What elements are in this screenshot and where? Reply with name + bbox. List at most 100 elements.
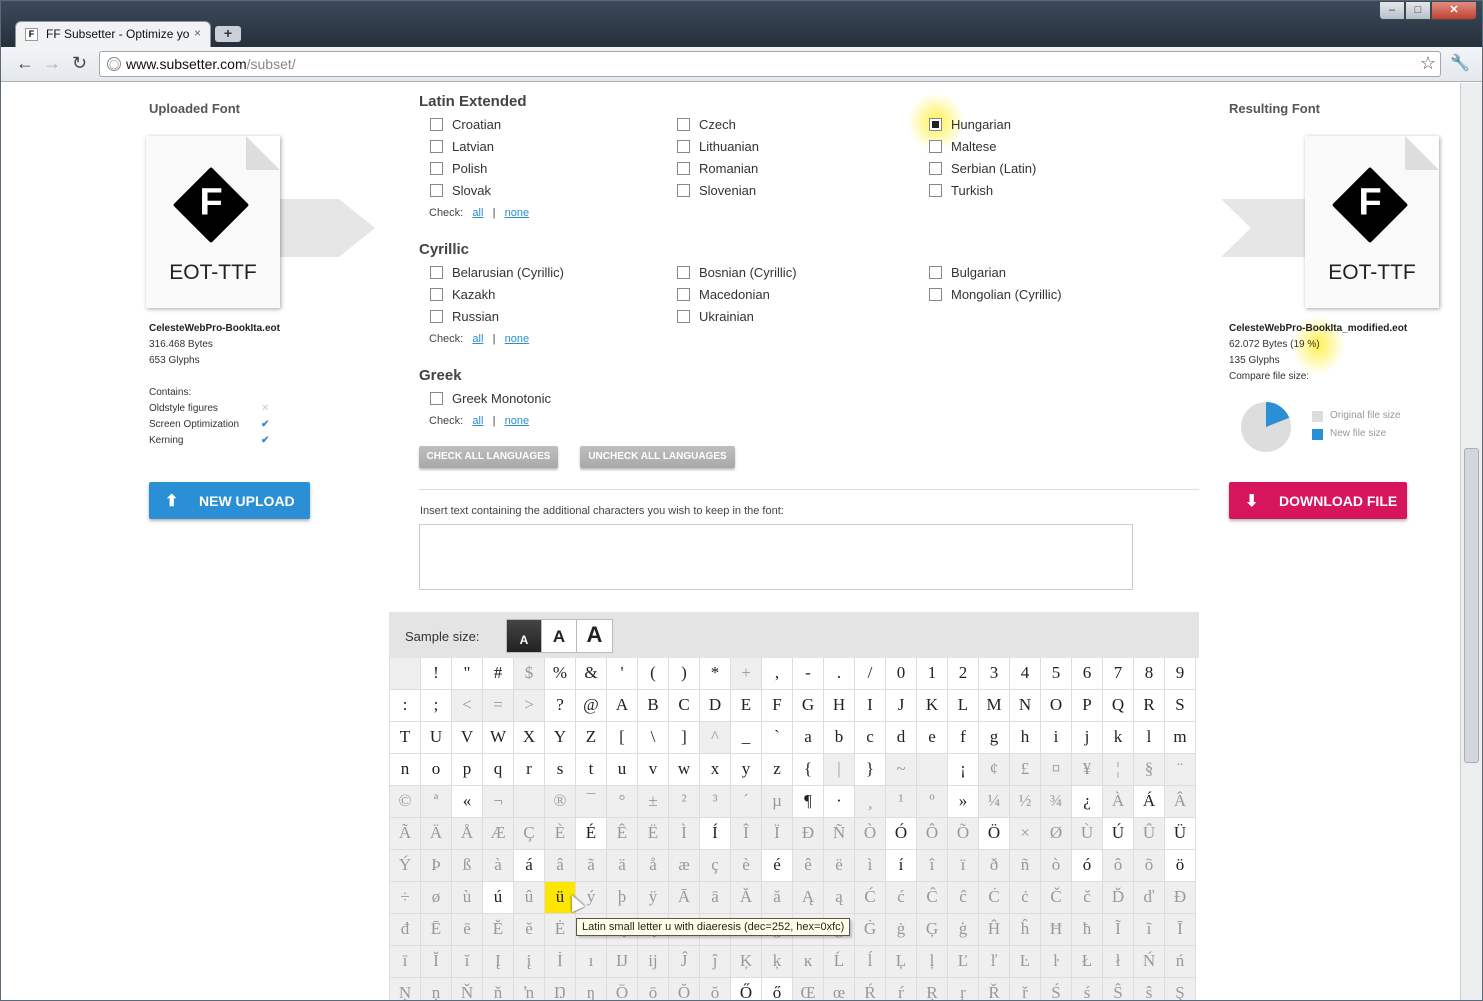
glyph-cell[interactable]: Ø bbox=[1041, 818, 1072, 850]
glyph-cell[interactable]: ³ bbox=[700, 786, 731, 818]
language-checkbox[interactable] bbox=[677, 140, 690, 153]
glyph-cell[interactable]: ā bbox=[700, 882, 731, 914]
language-checkbox[interactable] bbox=[929, 184, 942, 197]
glyph-cell[interactable]: ' bbox=[607, 658, 638, 690]
glyph-cell[interactable]: ø bbox=[421, 882, 452, 914]
glyph-cell[interactable]: q bbox=[483, 754, 514, 786]
glyph-cell[interactable]: È bbox=[545, 818, 576, 850]
glyph-cell[interactable]: © bbox=[390, 786, 421, 818]
glyph-cell[interactable]: L bbox=[948, 690, 979, 722]
glyph-cell[interactable]: ē bbox=[452, 914, 483, 946]
glyph-cell[interactable]: Ą bbox=[793, 882, 824, 914]
glyph-cell[interactable]: ō bbox=[638, 978, 669, 1000]
glyph-cell[interactable]: Ñ bbox=[824, 818, 855, 850]
glyph-cell[interactable]: @ bbox=[576, 690, 607, 722]
glyph-cell[interactable]: Ŋ bbox=[545, 978, 576, 1000]
glyph-cell[interactable]: º bbox=[917, 786, 948, 818]
language-checkbox[interactable] bbox=[677, 310, 690, 323]
glyph-cell[interactable]: ġ bbox=[886, 914, 917, 946]
language-checkbox[interactable] bbox=[929, 288, 942, 301]
glyph-cell[interactable]: ô bbox=[1103, 850, 1134, 882]
glyph-cell[interactable]: ê bbox=[793, 850, 824, 882]
glyph-cell[interactable]: F bbox=[762, 690, 793, 722]
glyph-cell[interactable]: $ bbox=[514, 658, 545, 690]
glyph-cell[interactable]: . bbox=[824, 658, 855, 690]
glyph-cell[interactable]: Ĵ bbox=[669, 946, 700, 978]
glyph-cell[interactable]: # bbox=[483, 658, 514, 690]
glyph-cell[interactable]: 6 bbox=[1072, 658, 1103, 690]
glyph-cell[interactable]: r bbox=[514, 754, 545, 786]
glyph-cell[interactable]: ŀ bbox=[1041, 946, 1072, 978]
glyph-cell[interactable]: ] bbox=[669, 722, 700, 754]
browser-tab[interactable]: F FF Subsetter - Optimize yo × bbox=[15, 21, 211, 47]
glyph-cell[interactable]: ½ bbox=[1010, 786, 1041, 818]
glyph-cell[interactable]: Ř bbox=[979, 978, 1010, 1000]
glyph-cell[interactable]: ł bbox=[1103, 946, 1134, 978]
glyph-cell[interactable]: Ā bbox=[669, 882, 700, 914]
glyph-cell[interactable]: _ bbox=[731, 722, 762, 754]
glyph-cell[interactable]: 7 bbox=[1103, 658, 1134, 690]
glyph-cell[interactable]: m bbox=[1165, 722, 1196, 754]
glyph-cell[interactable]: Ĕ bbox=[483, 914, 514, 946]
glyph-cell[interactable]: ú bbox=[483, 882, 514, 914]
language-checkbox[interactable] bbox=[677, 184, 690, 197]
language-checkbox[interactable] bbox=[929, 266, 942, 279]
glyph-cell[interactable]: â bbox=[545, 850, 576, 882]
download-file-button[interactable]: ⬇ DOWNLOAD FILE bbox=[1229, 482, 1407, 519]
language-checkbox[interactable] bbox=[677, 118, 690, 131]
glyph-cell[interactable]: \ bbox=[638, 722, 669, 754]
glyph-cell[interactable]: A bbox=[607, 690, 638, 722]
glyph-cell[interactable]: ÷ bbox=[390, 882, 421, 914]
glyph-cell[interactable]: ĳ bbox=[638, 946, 669, 978]
glyph-cell[interactable]: H bbox=[824, 690, 855, 722]
glyph-cell[interactable]: [ bbox=[607, 722, 638, 754]
glyph-cell[interactable] bbox=[390, 658, 421, 690]
glyph-cell[interactable]: ± bbox=[638, 786, 669, 818]
glyph-cell[interactable]: d bbox=[886, 722, 917, 754]
glyph-cell[interactable]: - bbox=[793, 658, 824, 690]
glyph-cell[interactable]: Ŏ bbox=[669, 978, 700, 1000]
glyph-cell[interactable]: Ì bbox=[669, 818, 700, 850]
glyph-cell[interactable] bbox=[917, 754, 948, 786]
glyph-cell[interactable]: i bbox=[1041, 722, 1072, 754]
glyph-cell[interactable]: À bbox=[1103, 786, 1134, 818]
glyph-cell[interactable]: Ħ bbox=[1041, 914, 1072, 946]
glyph-cell[interactable]: Í bbox=[700, 818, 731, 850]
check-all-link[interactable]: all bbox=[472, 415, 483, 427]
glyph-cell[interactable]: o bbox=[421, 754, 452, 786]
glyph-cell[interactable]: Č bbox=[1041, 882, 1072, 914]
glyph-cell[interactable]: ň bbox=[483, 978, 514, 1000]
uncheck-all-languages-button[interactable]: UNCHECK ALL LANGUAGES bbox=[580, 446, 735, 468]
glyph-cell[interactable]: g bbox=[979, 722, 1010, 754]
glyph-cell[interactable]: Ć bbox=[855, 882, 886, 914]
glyph-cell[interactable]: * bbox=[700, 658, 731, 690]
glyph-cell[interactable]: ! bbox=[421, 658, 452, 690]
glyph-cell[interactable]: Ã bbox=[390, 818, 421, 850]
glyph-cell[interactable]: Ý bbox=[390, 850, 421, 882]
glyph-cell[interactable]: ŋ bbox=[576, 978, 607, 1000]
glyph-cell[interactable]: þ bbox=[607, 882, 638, 914]
glyph-cell[interactable]: Ė bbox=[545, 914, 576, 946]
bookmark-star-icon[interactable]: ☆ bbox=[1420, 53, 1436, 74]
glyph-cell[interactable]: Ï bbox=[762, 818, 793, 850]
glyph-cell[interactable]: Ò bbox=[855, 818, 886, 850]
forward-arrow-icon[interactable]: → bbox=[43, 53, 61, 73]
glyph-cell[interactable]: ď bbox=[1134, 882, 1165, 914]
glyph-cell[interactable]: ) bbox=[669, 658, 700, 690]
language-checkbox[interactable] bbox=[929, 118, 942, 131]
glyph-cell[interactable]: č bbox=[1072, 882, 1103, 914]
glyph-cell[interactable]: h bbox=[1010, 722, 1041, 754]
glyph-cell[interactable]: Ş bbox=[1165, 978, 1196, 1000]
glyph-cell[interactable]: Ç bbox=[514, 818, 545, 850]
glyph-cell[interactable]: Ł bbox=[1072, 946, 1103, 978]
glyph-cell[interactable]: į bbox=[514, 946, 545, 978]
glyph-cell[interactable]: ĩ bbox=[1134, 914, 1165, 946]
language-checkbox[interactable] bbox=[677, 266, 690, 279]
glyph-cell[interactable]: ( bbox=[638, 658, 669, 690]
glyph-cell[interactable]: Ń bbox=[1134, 946, 1165, 978]
glyph-cell[interactable]: f bbox=[948, 722, 979, 754]
glyph-cell[interactable]: ņ bbox=[421, 978, 452, 1000]
glyph-cell[interactable]: î bbox=[917, 850, 948, 882]
glyph-cell[interactable]: ő bbox=[762, 978, 793, 1000]
glyph-cell[interactable]: ² bbox=[669, 786, 700, 818]
